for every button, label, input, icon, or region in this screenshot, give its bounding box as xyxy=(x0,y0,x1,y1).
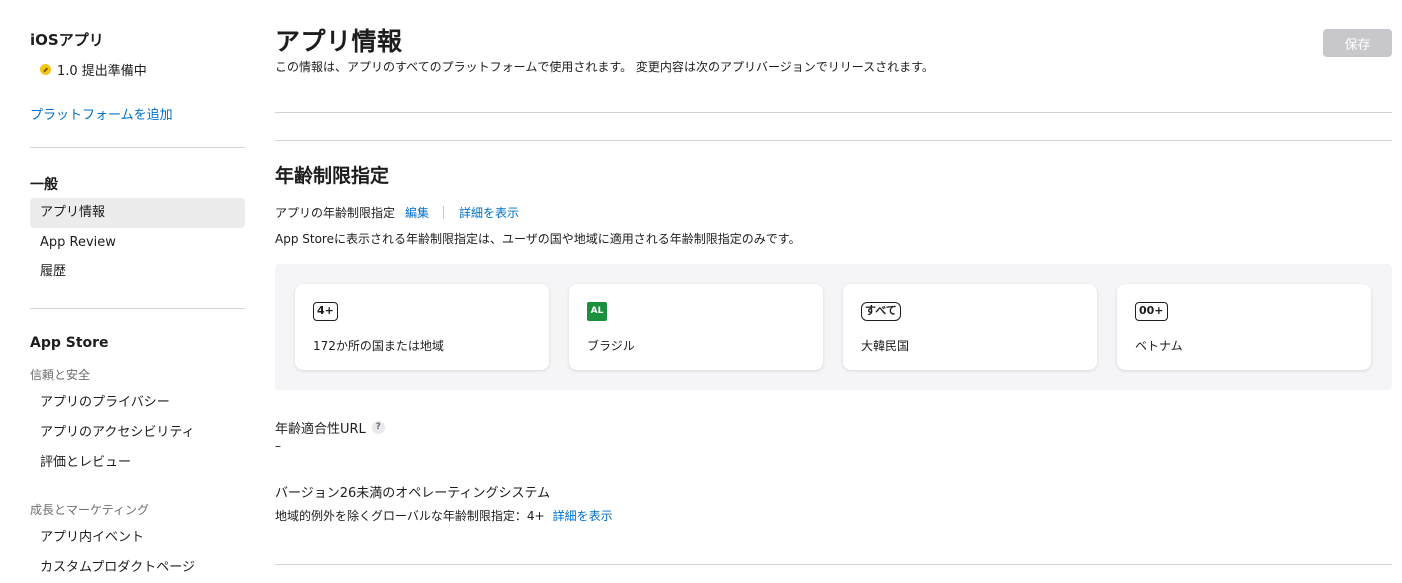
sidebar: iOSアプリ 1.0 提出準備中 プラットフォームを追加 一般 アプリ情報 Ap… xyxy=(30,0,245,576)
clock-status-icon xyxy=(40,64,51,75)
rating-card-label: ベトナム xyxy=(1135,339,1183,353)
sidebar-appstore-title: App Store xyxy=(30,335,109,351)
age-rating-title: 年齢制限指定 xyxy=(275,165,390,187)
age-suitability-url-label: 年齢適合性URL ? xyxy=(275,418,385,437)
sidebar-version-label: 1.0 提出準備中 xyxy=(57,64,147,79)
sidebar-item-accessibility[interactable]: アプリのアクセシビリティ xyxy=(30,418,245,448)
age-rating-cards: 4+ 172か所の国または地域 AL ブラジル すべて 大韓民国 00+ ベトナ… xyxy=(275,264,1392,390)
age-rating-label: アプリの年齢制限指定 xyxy=(275,206,396,220)
main-content: アプリ情報 この情報は、アプリのすべてのプラットフォームで使用されます。 変更内… xyxy=(275,0,1392,576)
rating-card-label: 大韓民国 xyxy=(861,339,910,353)
sidebar-growth-title: 成長とマーケティング xyxy=(30,503,150,517)
sidebar-version[interactable]: 1.0 提出準備中 xyxy=(40,60,147,79)
rating-card-global: 4+ 172か所の国または地域 xyxy=(295,284,549,370)
korea-rating-badge-icon: すべて xyxy=(861,302,901,321)
vietnam-rating-badge-icon: 00+ xyxy=(1135,302,1168,321)
rating-card-label: 172か所の国または地域 xyxy=(313,339,444,353)
rating-badge-icon: 4+ xyxy=(313,302,338,321)
legacy-os-row: 地域的例外を除くグローバルな年齢制限指定：4+ 詳細を表示 xyxy=(275,507,613,524)
age-rating-row: アプリの年齢制限指定 編集 詳細を表示 xyxy=(275,204,519,221)
sidebar-item-custom-product-pages[interactable]: カスタムプロダクトページ xyxy=(30,553,245,583)
url-label-text: 年齢適合性URL xyxy=(275,422,366,437)
sidebar-item-in-app-events[interactable]: アプリ内イベント xyxy=(30,523,245,553)
page-description: この情報は、アプリのすべてのプラットフォームで使用されます。 変更内容は次のアプ… xyxy=(275,60,934,74)
rating-card-brazil: AL ブラジル xyxy=(569,284,823,370)
rating-card-korea: すべて 大韓民国 xyxy=(843,284,1097,370)
divider xyxy=(275,564,1392,565)
age-rating-details-link[interactable]: 詳細を表示 xyxy=(459,204,519,221)
sidebar-item-privacy[interactable]: アプリのプライバシー xyxy=(30,388,245,418)
sidebar-divider xyxy=(30,147,245,148)
legacy-os-details-link[interactable]: 詳細を表示 xyxy=(553,507,613,524)
separator xyxy=(443,206,445,219)
divider xyxy=(275,140,1392,141)
sidebar-trust-title: 信頼と安全 xyxy=(30,368,91,382)
sidebar-item-app-review[interactable]: App Review xyxy=(30,228,245,258)
sidebar-general-title: 一般 xyxy=(30,177,58,193)
legacy-os-rating: 地域的例外を除くグローバルな年齢制限指定：4+ xyxy=(275,509,545,523)
age-rating-edit-link[interactable]: 編集 xyxy=(405,204,429,221)
age-rating-note: App Storeに表示される年齢制限指定は、ユーザの国や地域に適用される年齢制… xyxy=(275,232,801,246)
rating-card-vietnam: 00+ ベトナム xyxy=(1117,284,1371,370)
sidebar-item-history[interactable]: 履歴 xyxy=(30,257,245,287)
page-title: アプリ情報 xyxy=(275,27,403,56)
legacy-os-title: バージョン26未満のオペレーティングシステム xyxy=(275,486,551,501)
age-suitability-url-value: – xyxy=(275,439,281,453)
sidebar-app-title[interactable]: iOSアプリ xyxy=(30,29,104,50)
add-platform-link[interactable]: プラットフォームを追加 xyxy=(30,104,173,123)
sidebar-divider xyxy=(30,308,245,309)
brazil-rating-badge-icon: AL xyxy=(587,302,607,321)
divider xyxy=(275,112,1392,113)
rating-card-label: ブラジル xyxy=(587,339,635,353)
help-icon[interactable]: ? xyxy=(371,421,385,434)
sidebar-item-app-info[interactable]: アプリ情報 xyxy=(30,198,245,228)
save-button[interactable]: 保存 xyxy=(1323,29,1392,57)
sidebar-item-ratings-reviews[interactable]: 評価とレビュー xyxy=(30,448,245,478)
